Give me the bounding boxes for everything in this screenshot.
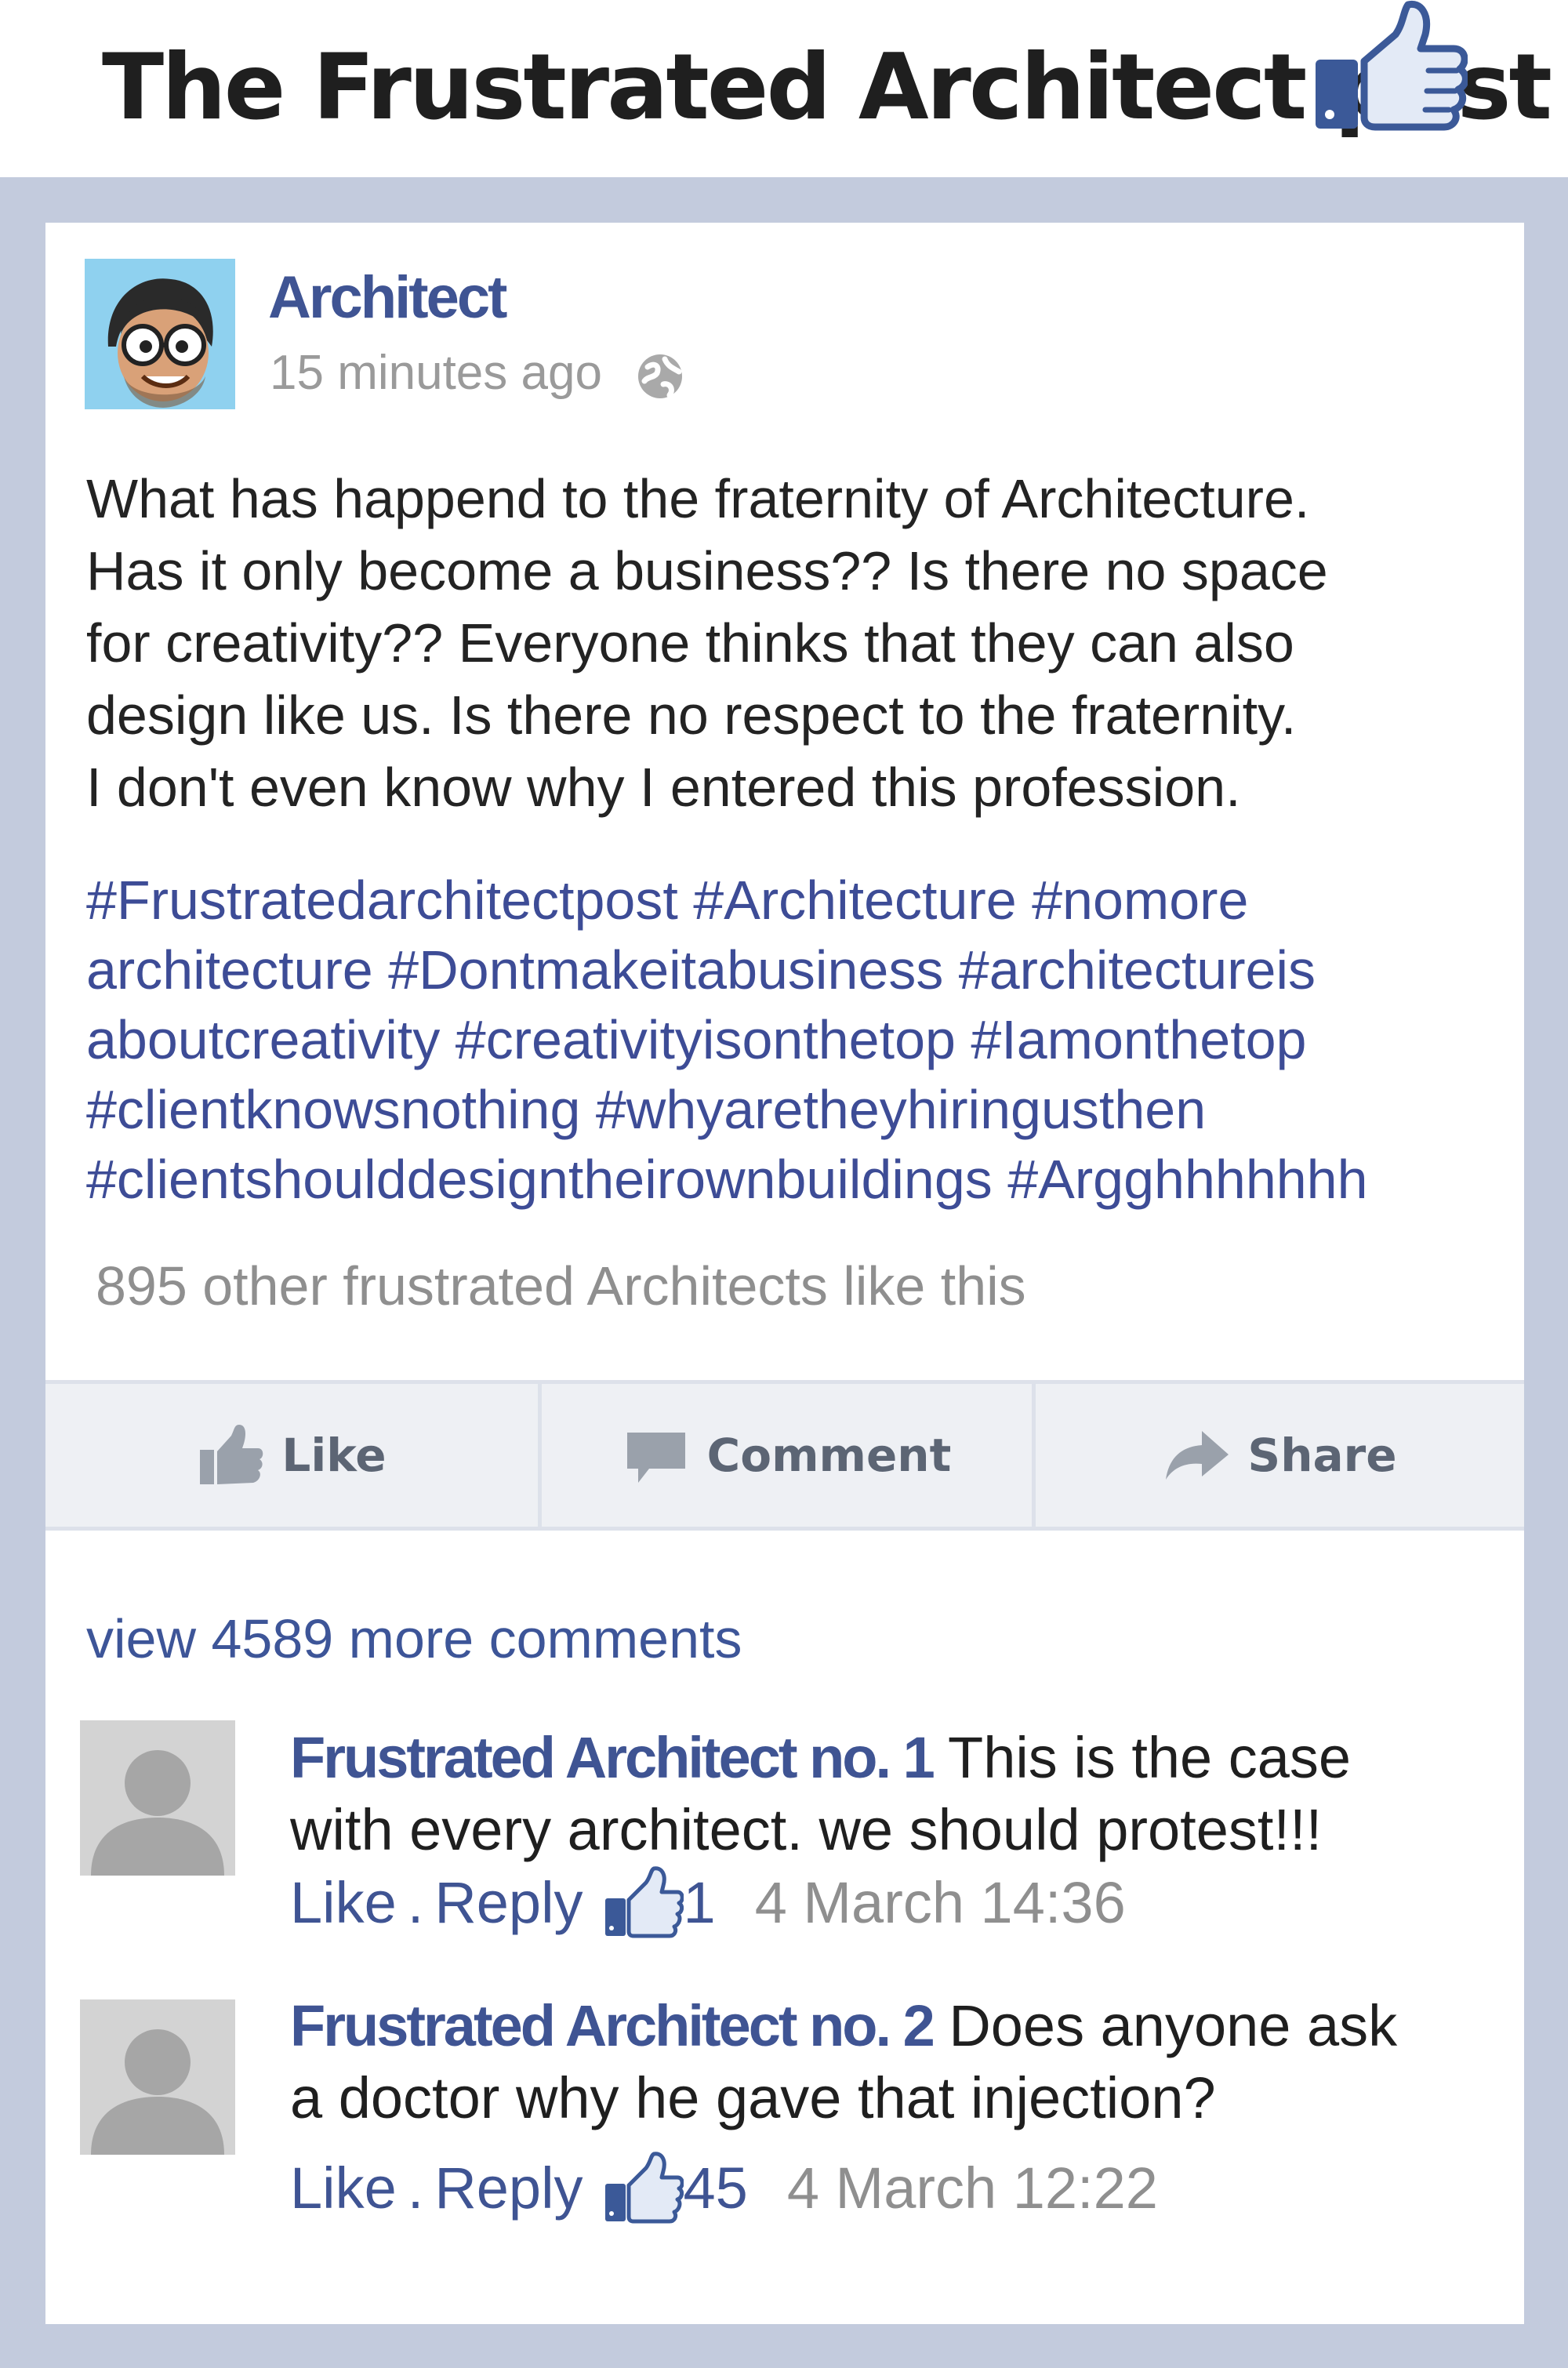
hashtag-line[interactable]: #clientshoulddesigntheirownbuildings #Ar…	[86, 1145, 1513, 1215]
comment-text-second: a doctor why he gave that injection?	[290, 2065, 1216, 2130]
comment-timestamp[interactable]: 4 March 12:22	[787, 2155, 1158, 2221]
comment-text: Frustrated Architect no. 1 This is the c…	[290, 1722, 1513, 1866]
post-text: What has happend to the fraternity of Ar…	[86, 463, 1497, 823]
hashtag-line[interactable]: architecture #Dontmakeitabusiness #archi…	[86, 935, 1513, 1005]
comment-text-first: This is the case	[932, 1725, 1352, 1790]
comment-like-link[interactable]: Like	[290, 2155, 397, 2221]
thumbs-up-icon	[1316, 0, 1468, 131]
author-avatar[interactable]	[85, 259, 235, 409]
comment-meta: Like . Reply 45 4 March 12:22	[290, 2148, 1158, 2227]
commenter-name[interactable]: Frustrated Architect no. 2	[290, 1993, 935, 2058]
default-user-icon	[80, 1720, 235, 1876]
thumbs-up-icon	[604, 2152, 684, 2224]
globe-icon	[638, 354, 682, 398]
page-header: The Frustrated Architect post	[0, 0, 1568, 177]
post-text-line: for creativity?? Everyone thinks that th…	[86, 612, 1294, 674]
comment-like-count[interactable]: 45	[684, 2155, 748, 2221]
thumbs-up-icon	[200, 1425, 263, 1484]
comment-meta: Like . Reply 1 4 March 14:36	[290, 1863, 1126, 1941]
hashtag-list[interactable]: #Frustratedarchitectpost #Architecture #…	[86, 866, 1513, 1215]
like-label: Like	[281, 1429, 387, 1482]
comment-button[interactable]: Comment	[542, 1384, 1032, 1527]
commenter-name[interactable]: Frustrated Architect no. 1	[290, 1725, 935, 1790]
thumbs-up-icon	[604, 1866, 684, 1938]
share-button[interactable]: Share	[1036, 1384, 1524, 1527]
comment-label: Comment	[706, 1429, 952, 1482]
meta-separator: .	[407, 1869, 424, 1935]
hashtag-line[interactable]: #Frustratedarchitectpost #Architecture #…	[86, 866, 1513, 935]
post-text-line: I don't even know why I entered this pro…	[86, 757, 1241, 818]
commenter-avatar[interactable]	[80, 1999, 235, 2155]
comment-like-link[interactable]: Like	[290, 1869, 397, 1936]
author-name[interactable]: Architect	[268, 263, 507, 332]
action-bar: Like Comment Share	[45, 1380, 1524, 1531]
comment-text: Frustrated Architect no. 2 Does anyone a…	[290, 1990, 1513, 2134]
comment-like-count[interactable]: 1	[684, 1869, 716, 1936]
post-text-line: design like us. Is there no respect to t…	[86, 685, 1297, 746]
default-user-icon	[80, 1999, 235, 2155]
comment-timestamp[interactable]: 4 March 14:36	[755, 1869, 1126, 1936]
hashtag-line[interactable]: #clientknowsnothing #whyaretheyhiringust…	[86, 1075, 1513, 1145]
speech-bubble-icon	[626, 1433, 685, 1483]
post-timestamp[interactable]: 15 minutes ago	[270, 345, 602, 401]
cartoon-avatar-icon	[85, 259, 235, 409]
post-text-line: Has it only become a business?? Is there…	[86, 540, 1328, 601]
meta-separator: .	[407, 2155, 424, 2221]
comment-text-second: with every architect. we should protest!…	[290, 1797, 1323, 1862]
share-label: Share	[1247, 1429, 1397, 1482]
comment-reply-link[interactable]: Reply	[434, 1869, 583, 1936]
hashtag-line[interactable]: aboutcreativity #creativityisonthetop #I…	[86, 1005, 1513, 1075]
comment-reply-link[interactable]: Reply	[434, 2155, 583, 2221]
commenter-avatar[interactable]	[80, 1720, 235, 1876]
share-arrow-icon	[1166, 1431, 1229, 1480]
view-more-comments-link[interactable]: view 4589 more comments	[86, 1607, 742, 1670]
likes-summary[interactable]: 895 other frustrated Architects like thi…	[96, 1255, 1026, 1317]
post-text-line: What has happend to the fraternity of Ar…	[86, 468, 1310, 529]
comment-text-first: Does anyone ask	[932, 1993, 1398, 2058]
like-button[interactable]: Like	[45, 1384, 538, 1527]
